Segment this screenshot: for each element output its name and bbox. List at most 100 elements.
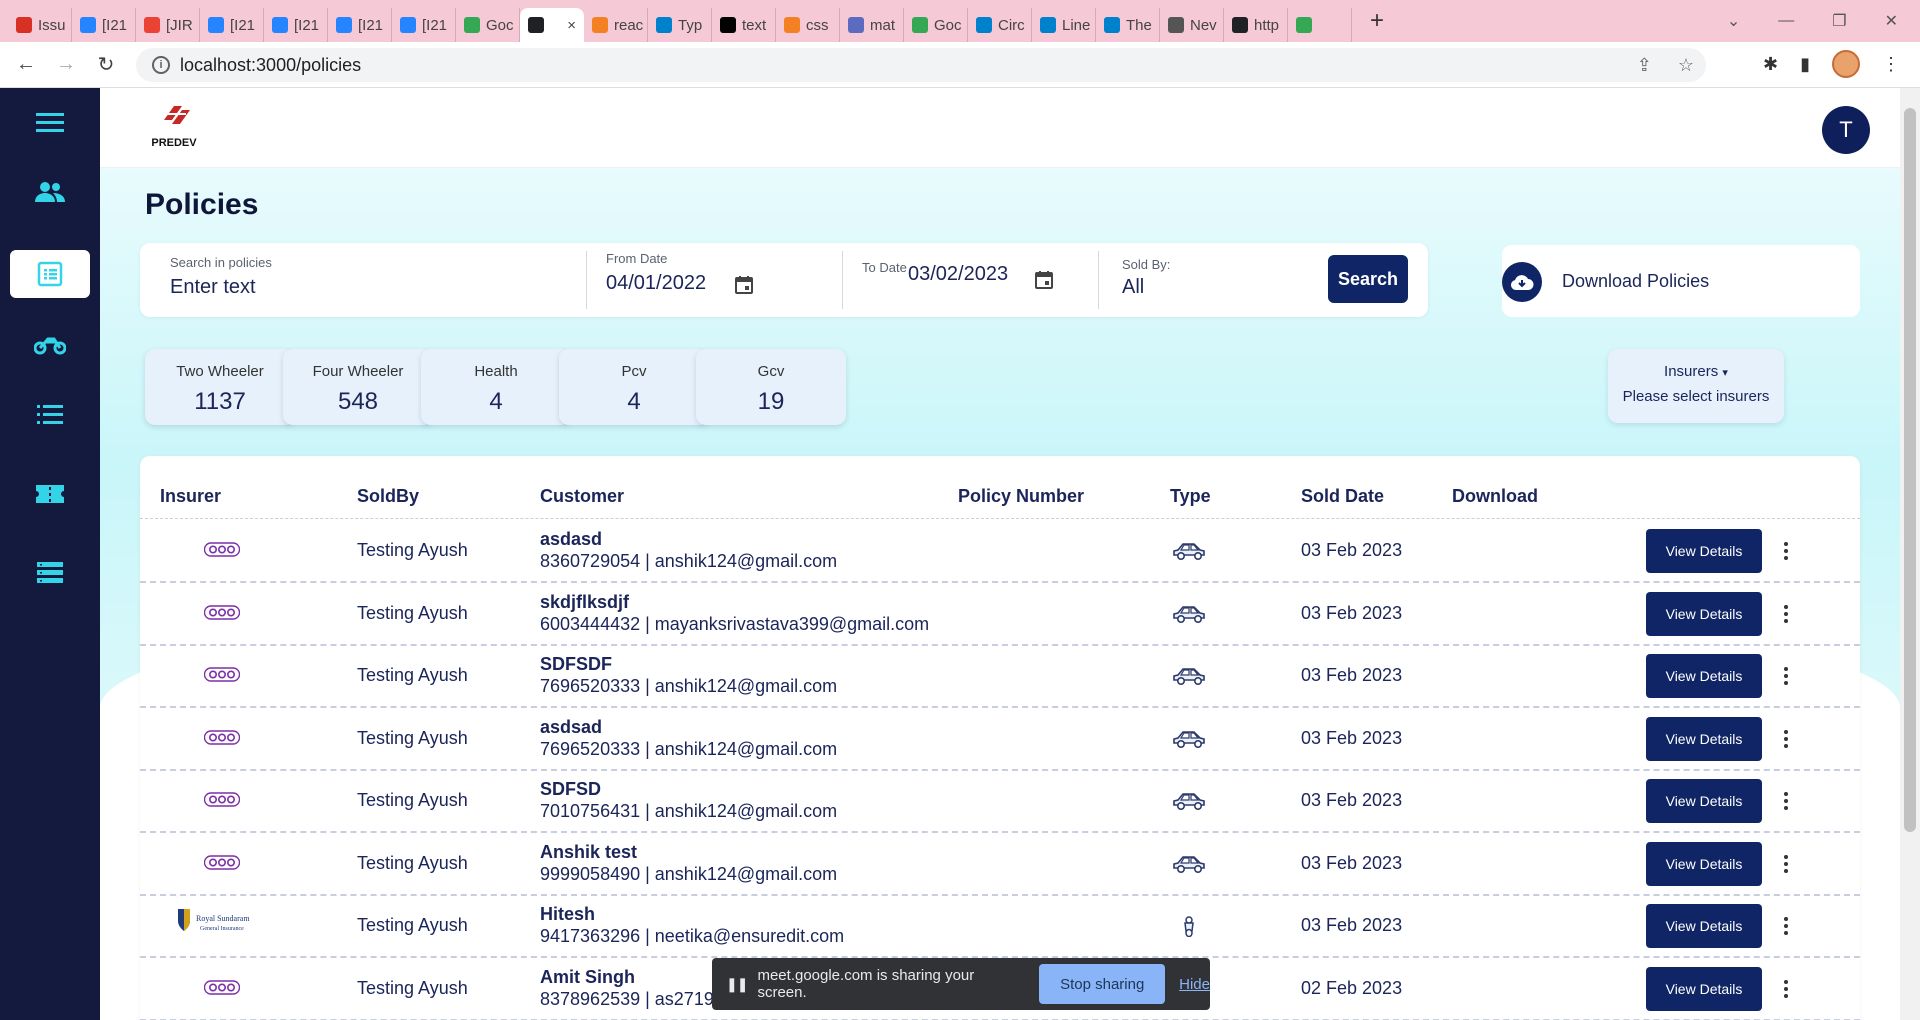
table-row[interactable]: Testing Ayush Anshik test 9999058490 | ans… bbox=[140, 833, 1860, 896]
browser-tab[interactable]: mat bbox=[840, 8, 904, 42]
browser-tab[interactable]: The bbox=[1096, 8, 1160, 42]
policies-icon[interactable] bbox=[10, 250, 90, 298]
more-options-icon[interactable] bbox=[1776, 913, 1796, 939]
search-input[interactable]: Enter text bbox=[170, 276, 272, 299]
user-avatar[interactable]: T bbox=[1822, 106, 1870, 154]
scrollbar-thumb[interactable] bbox=[1904, 108, 1916, 832]
royal-sundaram-logo: Royal Sundaram General Insurance bbox=[176, 903, 266, 943]
from-date-field[interactable]: From Date 04/01/2022 bbox=[606, 251, 706, 295]
side-panel-icon[interactable]: ▮ bbox=[1800, 54, 1810, 75]
page-scrollbar[interactable] bbox=[1900, 88, 1920, 1020]
site-info-icon[interactable]: i bbox=[152, 56, 170, 74]
download-policies-card[interactable]: Download Policies bbox=[1502, 245, 1860, 317]
stat-card[interactable]: Four Wheeler 548 bbox=[283, 349, 433, 425]
browser-tab[interactable]: Circ bbox=[968, 8, 1032, 42]
view-details-button[interactable]: View Details bbox=[1646, 654, 1762, 698]
people-icon[interactable] bbox=[10, 168, 90, 216]
table-row[interactable]: Testing Ayush asdsad 7696520333 | anshik12… bbox=[140, 708, 1860, 771]
tab-label[interactable]: × bbox=[567, 17, 576, 34]
browser-tab[interactable]: text bbox=[712, 8, 776, 42]
more-options-icon[interactable] bbox=[1776, 851, 1796, 877]
sold-by-field[interactable]: Sold By: All bbox=[1122, 257, 1170, 299]
tab-label: reac bbox=[614, 16, 644, 34]
more-options-icon[interactable] bbox=[1776, 663, 1796, 689]
from-date-input[interactable]: 04/01/2022 bbox=[606, 272, 706, 295]
browser-tab[interactable]: Line bbox=[1032, 8, 1096, 42]
bookmark-star-icon[interactable]: ☆ bbox=[1678, 55, 1694, 76]
address-bar[interactable]: i localhost:3000/policies ⇪ ☆ bbox=[136, 48, 1706, 82]
more-options-icon[interactable] bbox=[1776, 976, 1796, 1002]
stat-card[interactable]: Pcv 4 bbox=[559, 349, 709, 425]
browser-profile-avatar[interactable] bbox=[1832, 50, 1860, 78]
minimize-icon[interactable]: — bbox=[1778, 12, 1794, 30]
search-button[interactable]: Search bbox=[1328, 255, 1408, 303]
back-icon[interactable]: ← bbox=[6, 53, 46, 76]
customer-name: Anshik test bbox=[540, 841, 638, 862]
close-window-icon[interactable]: ✕ bbox=[1885, 11, 1898, 31]
predev-logo[interactable]: PREDEV bbox=[144, 102, 204, 154]
view-details-button[interactable]: View Details bbox=[1646, 841, 1762, 886]
stat-card[interactable]: Gcv 19 bbox=[696, 349, 846, 425]
view-details-button[interactable]: View Details bbox=[1646, 529, 1762, 573]
view-details-button[interactable]: View Details bbox=[1646, 966, 1762, 1011]
share-icon[interactable]: ⇪ bbox=[1637, 55, 1652, 76]
from-calendar-icon[interactable] bbox=[734, 275, 754, 295]
stat-card[interactable]: Two Wheeler 1137 bbox=[145, 349, 295, 425]
browser-tab[interactable]: × bbox=[520, 8, 584, 42]
browser-tab[interactable]: [I21 bbox=[328, 8, 392, 42]
view-details-button[interactable]: View Details bbox=[1646, 716, 1762, 761]
sold-by-cell: Testing Ayush bbox=[357, 977, 468, 998]
browser-tab[interactable]: http bbox=[1224, 8, 1288, 42]
sold-by-select[interactable]: All bbox=[1122, 276, 1170, 299]
view-details-button[interactable]: View Details bbox=[1646, 779, 1762, 823]
more-options-icon[interactable] bbox=[1776, 726, 1796, 752]
browser-tab[interactable]: Goc bbox=[456, 8, 520, 42]
browser-tab[interactable]: [JIR bbox=[136, 8, 200, 42]
car-icon bbox=[1171, 540, 1207, 562]
extensions-puzzle-icon[interactable]: ✱ bbox=[1763, 54, 1778, 75]
more-options-icon[interactable] bbox=[1776, 788, 1796, 814]
customer-name: skdjflksdjf bbox=[540, 591, 630, 612]
browser-tab[interactable]: css bbox=[776, 8, 840, 42]
browser-tab[interactable] bbox=[1288, 8, 1352, 42]
table-row[interactable]: Testing Ayush SDFSDF 7696520333 | anshik12… bbox=[140, 645, 1860, 708]
to-date-field[interactable]: To Date bbox=[862, 259, 907, 277]
car-icon bbox=[1171, 665, 1207, 687]
table-row[interactable]: Testing Ayush asdasd 8360729054 | anshik12… bbox=[140, 520, 1860, 583]
search-field[interactable]: Search in policies Enter text bbox=[170, 255, 272, 299]
browser-tab[interactable]: Goc bbox=[904, 8, 968, 42]
browser-tab[interactable]: Issu bbox=[8, 8, 72, 42]
browser-tab[interactable]: [I21 bbox=[72, 8, 136, 42]
menu-icon[interactable] bbox=[10, 98, 90, 146]
stat-card[interactable]: Health 4 bbox=[421, 349, 571, 425]
browser-tab[interactable]: [I21 bbox=[392, 8, 456, 42]
browser-tab[interactable]: Nev bbox=[1160, 8, 1224, 42]
stop-sharing-button[interactable]: Stop sharing bbox=[1039, 964, 1166, 1004]
new-tab-button[interactable]: + bbox=[1362, 7, 1392, 35]
more-options-icon[interactable] bbox=[1776, 601, 1796, 627]
tab-search-icon[interactable]: ⌄ bbox=[1727, 11, 1740, 31]
browser-menu-icon[interactable]: ⋮ bbox=[1882, 54, 1900, 75]
to-date-input[interactable]: 03/02/2023 bbox=[908, 263, 1008, 286]
table-row[interactable]: Royal Sundaram General Insurance Testing A… bbox=[140, 895, 1860, 958]
storage-icon[interactable] bbox=[10, 548, 90, 596]
hide-link[interactable]: Hide bbox=[1179, 976, 1210, 993]
table-row[interactable]: Testing Ayush SDFSD 7010756431 | anshik124… bbox=[140, 770, 1860, 833]
browser-tab[interactable]: reac bbox=[584, 8, 648, 42]
browser-tab[interactable]: [I21 bbox=[200, 8, 264, 42]
restore-icon[interactable]: ❐ bbox=[1832, 11, 1846, 31]
view-details-button[interactable]: View Details bbox=[1646, 904, 1762, 948]
view-details-button[interactable]: View Details bbox=[1646, 591, 1762, 636]
list-icon[interactable] bbox=[10, 390, 90, 438]
browser-tab[interactable]: Typ bbox=[648, 8, 712, 42]
reload-icon[interactable]: ↻ bbox=[86, 52, 126, 77]
to-calendar-icon[interactable] bbox=[1034, 270, 1054, 290]
forward-icon[interactable]: → bbox=[46, 53, 86, 76]
customer-cell: Amit Singh 8378962539 | as27199 bbox=[540, 967, 724, 1010]
motorbike-icon[interactable] bbox=[10, 320, 90, 368]
insurers-filter[interactable]: Insurers ▾ Please select insurers bbox=[1608, 349, 1784, 423]
browser-tab[interactable]: [I21 bbox=[264, 8, 328, 42]
more-options-icon[interactable] bbox=[1776, 538, 1796, 564]
table-row[interactable]: Testing Ayush skdjflksdjf 6003444432 | may… bbox=[140, 583, 1860, 646]
ticket-icon[interactable] bbox=[10, 470, 90, 518]
